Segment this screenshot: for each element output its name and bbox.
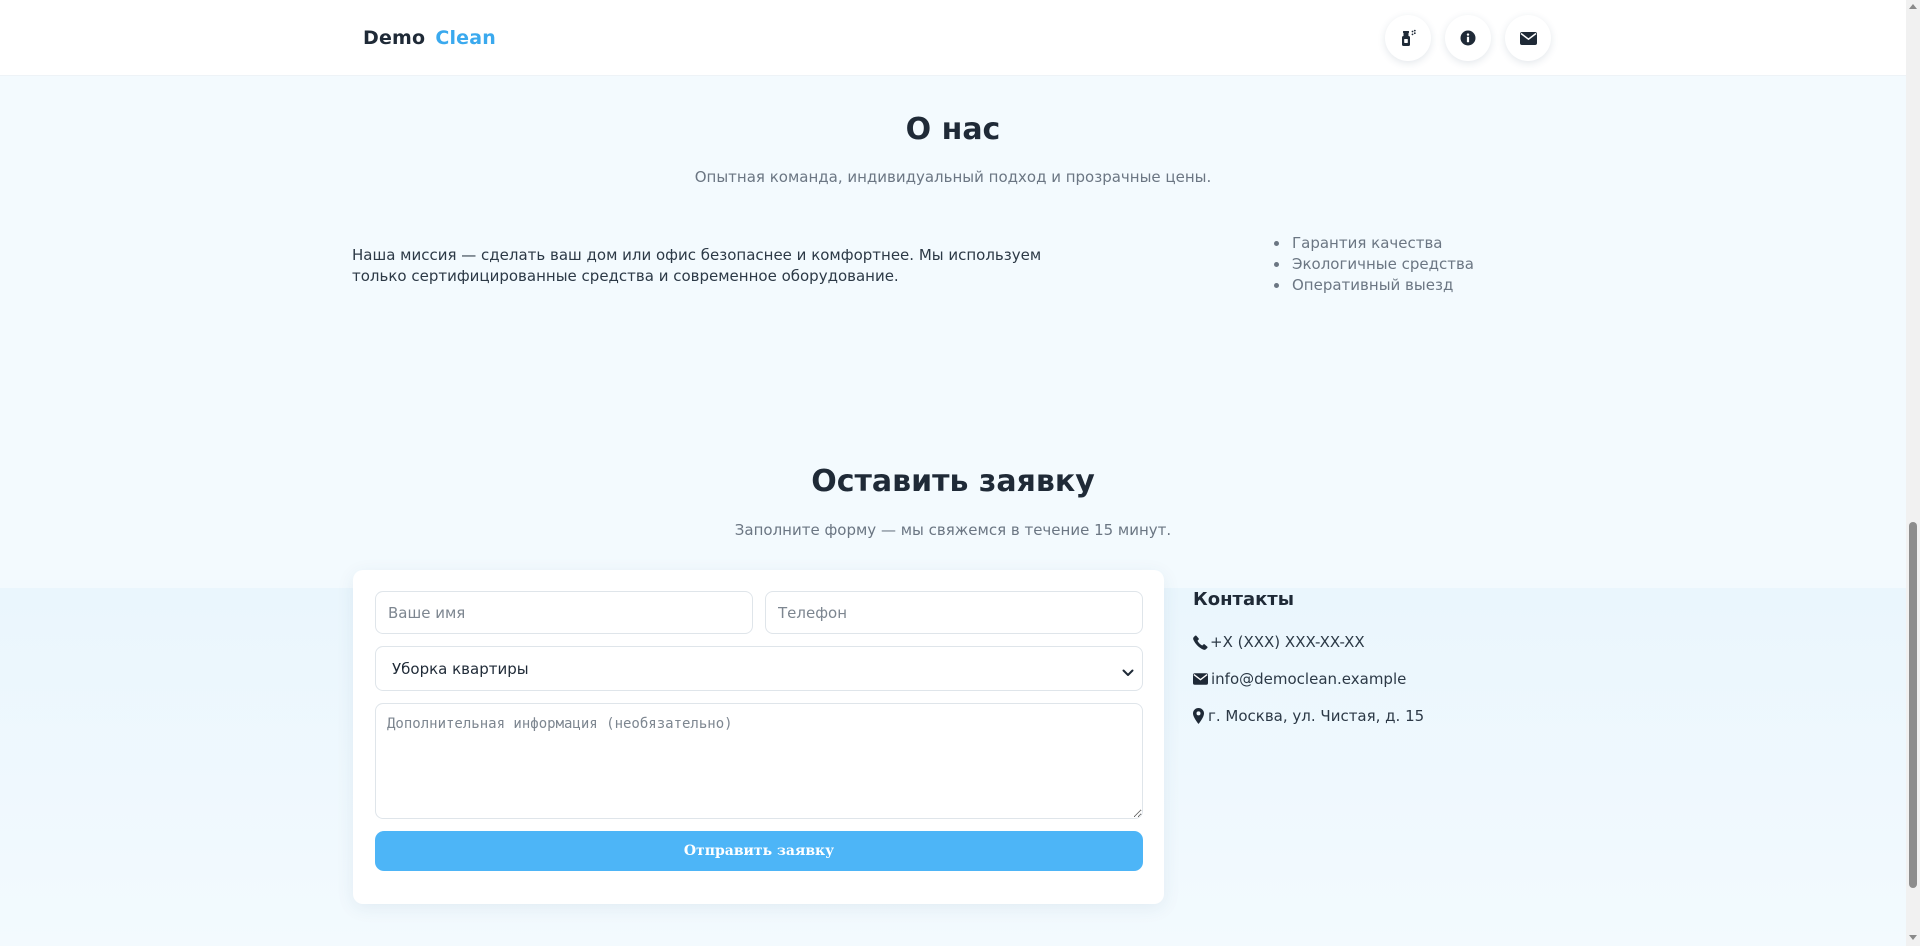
map-marker-icon — [1193, 708, 1208, 724]
envelope-icon — [1519, 31, 1537, 45]
contact-address: г. Москва, ул. Чистая, д. 15 — [1193, 707, 1424, 725]
feature-item: Гарантия качества — [1290, 233, 1474, 254]
contacts-title: Контакты — [1193, 589, 1295, 610]
services-button[interactable] — [1385, 15, 1431, 61]
contact-button[interactable] — [1505, 15, 1551, 61]
scroll-up-arrow-icon[interactable] — [1909, 4, 1917, 9]
scroll-down-arrow-icon[interactable] — [1909, 935, 1917, 940]
mission-text: Наша миссия — сделать ваш дом или офис б… — [352, 246, 1042, 285]
feature-item: Экологичные средства — [1290, 254, 1474, 275]
submit-button[interactable]: Отправить заявку — [375, 831, 1143, 871]
request-subtitle: Заполните форму — мы свяжемся в течение … — [734, 521, 1172, 539]
brand-logo[interactable]: Demo Clean — [363, 27, 496, 49]
contact-phone-text: +X (XXX) XXX-XX-XX — [1210, 633, 1365, 651]
info-icon — [1460, 30, 1476, 46]
spray-bottle-icon — [1399, 29, 1417, 47]
scrollbar-thumb[interactable] — [1909, 522, 1917, 888]
contact-email-text: info@democlean.example — [1211, 670, 1407, 688]
service-select[interactable]: Уборка квартиры — [375, 646, 1143, 691]
brand-name-demo: Demo — [363, 27, 426, 49]
page-scrollbar[interactable] — [1906, 0, 1920, 946]
request-form: Уборка квартиры Отправить заявку — [353, 570, 1164, 904]
about-title: О нас — [905, 112, 1001, 147]
contact-phone[interactable]: +X (XXX) XXX-XX-XX — [1193, 633, 1365, 651]
contact-email[interactable]: info@democlean.example — [1193, 670, 1406, 688]
request-title: Оставить заявку — [811, 464, 1095, 499]
chevron-down-icon — [1122, 663, 1134, 682]
features-list: Гарантия качества Экологичные средства О… — [1272, 233, 1474, 296]
phone-icon — [1193, 634, 1211, 650]
about-subtitle: Опытная команда, индивидуальный подход и… — [694, 168, 1212, 186]
name-input[interactable] — [375, 591, 753, 634]
service-select-value: Уборка квартиры — [392, 660, 529, 678]
comment-textarea[interactable] — [375, 703, 1143, 819]
envelope-icon — [1193, 673, 1211, 685]
feature-item: Оперативный выезд — [1290, 275, 1474, 296]
site-header: Demo Clean — [0, 0, 1906, 76]
about-button[interactable] — [1445, 15, 1491, 61]
phone-input[interactable] — [765, 591, 1143, 634]
brand-name-clean: Clean — [435, 27, 497, 49]
contact-address-text: г. Москва, ул. Чистая, д. 15 — [1208, 707, 1425, 725]
